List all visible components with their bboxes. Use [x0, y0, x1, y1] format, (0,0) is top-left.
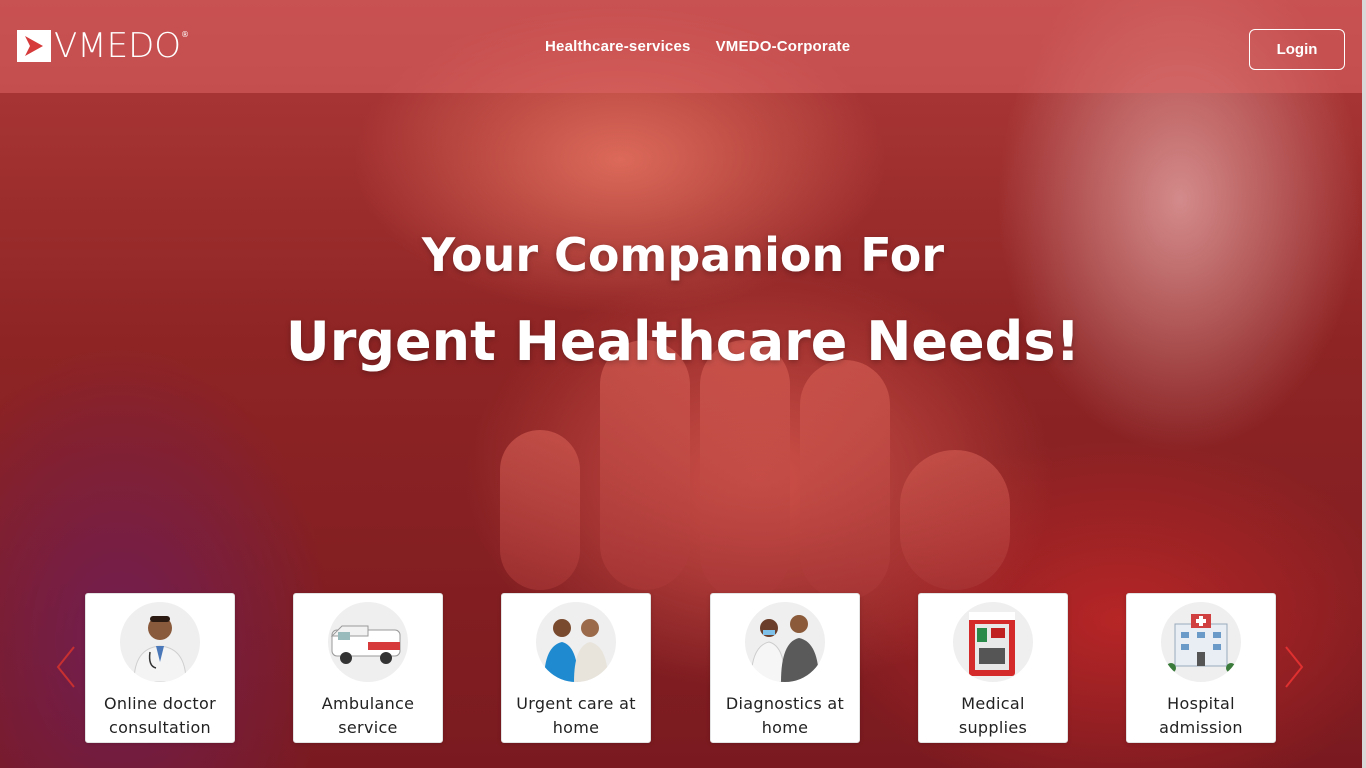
- service-label: Online doctor consultation: [104, 694, 216, 737]
- hero-heading-line1: Your Companion For: [421, 228, 945, 282]
- login-button[interactable]: Login: [1249, 29, 1345, 70]
- hero-heading-line2: Urgent Healthcare Needs!: [285, 310, 1081, 373]
- service-label: Urgent care at home: [516, 694, 636, 737]
- logo-text: VMEDO: [54, 26, 182, 66]
- ambulance-icon: [328, 602, 408, 682]
- hospital-icon: [1161, 602, 1241, 682]
- chevron-left-icon: [56, 646, 75, 688]
- first-aid-kit-icon: [953, 602, 1033, 682]
- chevron-right-icon: [1285, 646, 1304, 688]
- service-card-diagnostics[interactable]: Diagnostics at home: [710, 593, 860, 743]
- service-card-hospital-admission[interactable]: Hospital admission: [1126, 593, 1276, 743]
- service-label: Ambulance service: [321, 694, 415, 737]
- service-label: Diagnostics at home: [725, 694, 845, 737]
- nurse-care-icon: [536, 602, 616, 682]
- vmedo-logo[interactable]: VMEDO ®: [17, 26, 190, 66]
- main-nav: Healthcare-services VMEDO-Corporate: [545, 38, 850, 55]
- service-card-urgent-care[interactable]: Urgent care at home: [501, 593, 651, 743]
- service-card-medical-supplies[interactable]: Medical supplies: [918, 593, 1068, 743]
- service-label: Hospital admission: [1159, 694, 1243, 737]
- service-card-online-doctor[interactable]: Online doctor consultation: [85, 593, 235, 743]
- nav-healthcare-services[interactable]: Healthcare-services: [545, 38, 691, 55]
- carousel-next-arrow[interactable]: [1282, 645, 1306, 689]
- page-scrollbar[interactable]: [1362, 0, 1366, 768]
- logo-registered-mark: ®: [181, 29, 190, 39]
- service-label: Medical supplies: [958, 694, 1028, 737]
- carousel-prev-arrow[interactable]: [54, 645, 78, 689]
- service-card-ambulance[interactable]: Ambulance service: [293, 593, 443, 743]
- logo-play-icon: [17, 30, 51, 62]
- top-header: VMEDO ® Healthcare-services VMEDO-Corpor…: [0, 0, 1362, 93]
- diagnostics-icon: [745, 602, 825, 682]
- nav-vmedo-corporate[interactable]: VMEDO-Corporate: [716, 38, 851, 55]
- doctor-icon: [120, 602, 200, 682]
